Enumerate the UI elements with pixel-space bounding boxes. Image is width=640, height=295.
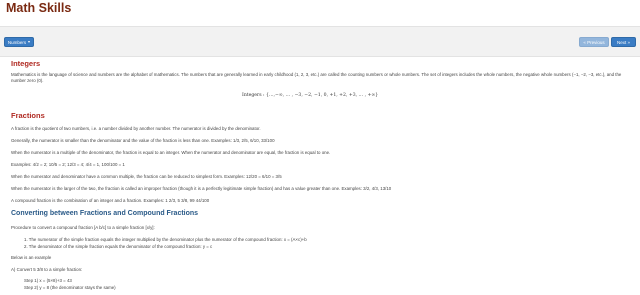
fractions-p5: When the numerator and denominator have …	[11, 174, 282, 179]
fractions-p1: A fraction is the quotient of two number…	[11, 126, 261, 131]
previous-button[interactable]: « Previous	[579, 37, 609, 47]
converting-intro: Procedure to convert a compound fraction…	[11, 225, 155, 230]
numbers-button-label: Numbers	[7, 39, 27, 45]
example-a: A) Convert 5 3/8 to a simple fraction:	[11, 267, 83, 272]
example-step-2: Step 2) y = 8 (the denominator stays the…	[24, 285, 116, 290]
example-step-1: Step 1) x = (5×8)+3 = 43	[24, 278, 72, 283]
fractions-heading: Fractions	[11, 111, 45, 120]
below-example-text: Below is an example	[11, 255, 52, 260]
fractions-p3: When the numerator is a multiple of the …	[11, 150, 331, 155]
fractions-p7: A compound fraction is the combination o…	[11, 198, 210, 203]
fractions-p4: Examples: 4/2 = 2; 10/5 = 2; 12/3 = 4; 4…	[11, 162, 125, 167]
converting-step-2: 2. The denominator of the simple fractio…	[24, 244, 213, 249]
toolbar: Numbers « Previous Next »	[0, 26, 640, 57]
site-header: Math Skills	[0, 0, 640, 19]
fractions-p6: When the numerator is the larger of the …	[11, 186, 392, 191]
integers-paragraph: Mathematics is the language of science a…	[11, 72, 622, 84]
converting-step-1: 1. The numerator of the simple fraction …	[24, 237, 307, 242]
next-button[interactable]: Next »	[611, 37, 636, 47]
site-title: Math Skills	[6, 1, 72, 15]
caret-down-icon	[28, 41, 31, 43]
numbers-dropdown-button[interactable]: Numbers	[4, 37, 34, 47]
integers-heading: Integers	[11, 59, 41, 68]
integers-formula: Integers : {…,−∞, … , −3, −2, −1, 0, +1,…	[242, 93, 379, 98]
converting-heading: Converting between Fractions and Compoun…	[11, 210, 199, 217]
fractions-p2: Generally, the numerator is smaller than…	[11, 138, 275, 143]
